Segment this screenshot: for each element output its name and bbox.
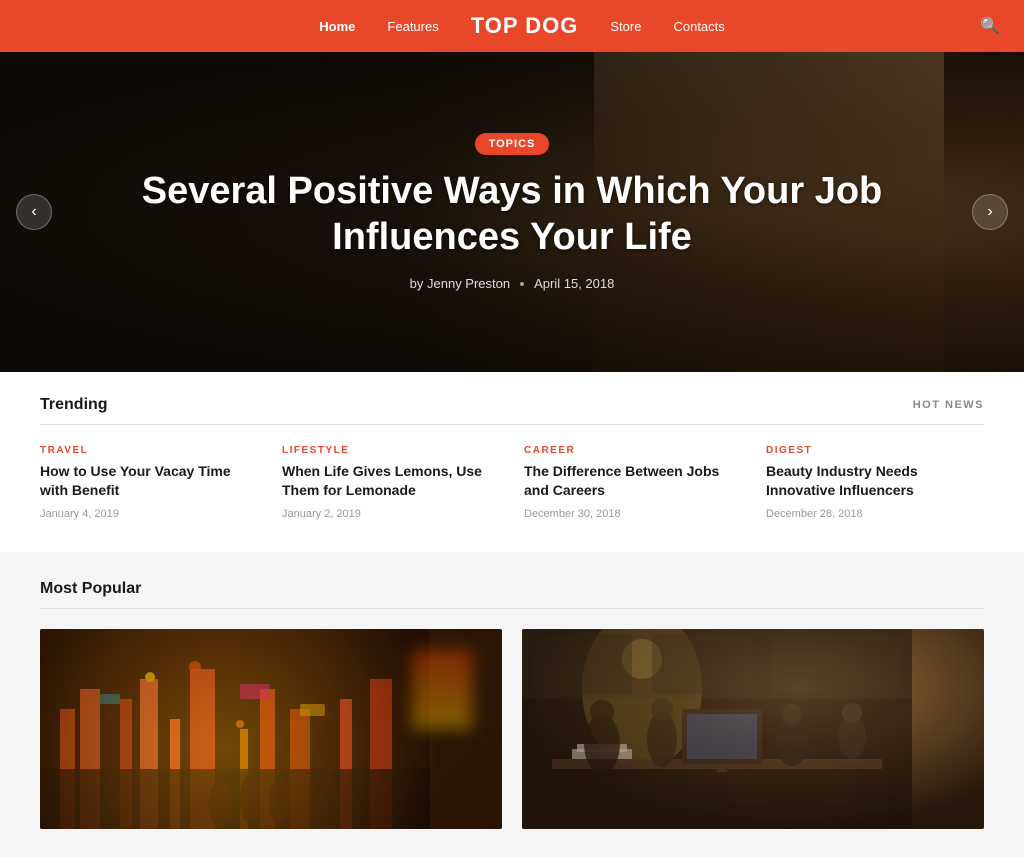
nav-contacts[interactable]: Contacts: [673, 19, 724, 34]
card-category-4: DIGEST: [766, 445, 984, 456]
hero-slider: ‹ TOPICS Several Positive Ways in Which …: [0, 52, 1024, 372]
hero-content: TOPICS Several Positive Ways in Which Yo…: [0, 133, 1024, 291]
main-nav: Home Features TOP DOG Store Contacts: [64, 13, 980, 39]
hero-next-button[interactable]: ›: [972, 194, 1008, 230]
popular-section: Most Popular: [0, 552, 1024, 857]
site-logo: TOP DOG: [471, 13, 579, 39]
search-icon[interactable]: 🔍: [980, 16, 1000, 36]
trending-title: Trending: [40, 396, 108, 414]
chevron-left-icon: ‹: [31, 203, 36, 221]
trending-card-1: TRAVEL How to Use Your Vacay Time with B…: [40, 445, 258, 520]
trending-header: Trending HOT NEWS: [40, 396, 984, 425]
popular-card-1[interactable]: [40, 629, 502, 829]
popular-card-2[interactable]: [522, 629, 984, 829]
card-title-1[interactable]: How to Use Your Vacay Time with Benefit: [40, 462, 258, 500]
card-title-4[interactable]: Beauty Industry Needs Innovative Influen…: [766, 462, 984, 500]
hero-meta: by Jenny Preston April 15, 2018: [120, 276, 904, 291]
card-date-1: January 4, 2019: [40, 508, 258, 520]
hero-title: Several Positive Ways in Which Your Job …: [120, 169, 904, 260]
card-date-4: December 28, 2018: [766, 508, 984, 520]
trending-card-4: DIGEST Beauty Industry Needs Innovative …: [766, 445, 984, 520]
popular-image-office: [522, 629, 984, 829]
popular-header: Most Popular: [40, 580, 984, 609]
card-category-3: CAREER: [524, 445, 742, 456]
hero-date: April 15, 2018: [534, 276, 614, 291]
card-date-2: January 2, 2019: [282, 508, 500, 520]
card-category-2: LIFESTYLE: [282, 445, 500, 456]
hero-topics-badge[interactable]: TOPICS: [475, 133, 550, 155]
trending-card-2: LIFESTYLE When Life Gives Lemons, Use Th…: [282, 445, 500, 520]
nav-features[interactable]: Features: [387, 19, 438, 34]
nav-store[interactable]: Store: [610, 19, 641, 34]
popular-grid: [40, 629, 984, 829]
trending-grid: TRAVEL How to Use Your Vacay Time with B…: [40, 445, 984, 520]
hero-author: by Jenny Preston: [410, 276, 510, 291]
trending-section: Trending HOT NEWS TRAVEL How to Use Your…: [0, 372, 1024, 552]
hero-prev-button[interactable]: ‹: [16, 194, 52, 230]
card-date-3: December 30, 2018: [524, 508, 742, 520]
trending-card-3: CAREER The Difference Between Jobs and C…: [524, 445, 742, 520]
card-title-2[interactable]: When Life Gives Lemons, Use Them for Lem…: [282, 462, 500, 500]
nav-home[interactable]: Home: [319, 19, 355, 34]
card-category-1: TRAVEL: [40, 445, 258, 456]
hero-meta-divider: [520, 282, 524, 286]
popular-image-city: [40, 629, 502, 829]
hot-news-label: HOT NEWS: [913, 399, 984, 411]
site-header: Home Features TOP DOG Store Contacts 🔍: [0, 0, 1024, 52]
chevron-right-icon: ›: [987, 203, 992, 221]
card-title-3[interactable]: The Difference Between Jobs and Careers: [524, 462, 742, 500]
popular-title: Most Popular: [40, 580, 141, 598]
